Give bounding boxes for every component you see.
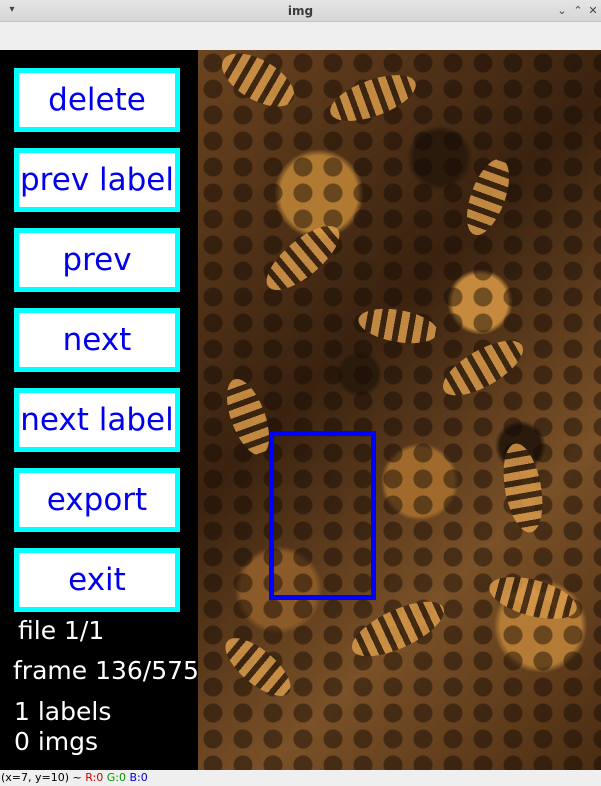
- maximize-icon[interactable]: ⌃: [571, 4, 585, 18]
- exit-button-label: exit: [68, 562, 126, 598]
- prev-button-label: prev: [62, 242, 132, 278]
- file-counter: file 1/1: [18, 616, 105, 645]
- minimize-icon[interactable]: ⌄: [555, 4, 569, 18]
- frame-counter: frame 136/575: [13, 656, 199, 685]
- prev-button[interactable]: prev: [14, 228, 180, 292]
- red-value: R:0: [85, 771, 104, 784]
- bounding-box-label[interactable]: [269, 431, 376, 600]
- toolbar: [0, 22, 601, 50]
- exit-button[interactable]: exit: [14, 548, 180, 612]
- delete-button-label: delete: [48, 82, 146, 118]
- close-icon[interactable]: ✕: [587, 4, 599, 18]
- status-bar: (x=7, y=10) ~ R:0 G:0 B:0: [0, 770, 601, 786]
- blue-value: B:0: [129, 771, 148, 784]
- next-button-label: next: [62, 322, 132, 358]
- labels-counter: 1 labels: [14, 697, 112, 726]
- green-value: G:0: [106, 771, 126, 784]
- delete-button[interactable]: delete: [14, 68, 180, 132]
- cursor-coords: (x=7, y=10) ~: [1, 771, 86, 784]
- imgs-counter: 0 imgs: [14, 727, 99, 756]
- prev-label-button[interactable]: prev label: [14, 148, 180, 212]
- next-button[interactable]: next: [14, 308, 180, 372]
- bee-frame-image[interactable]: [198, 50, 601, 770]
- title-bar: ▾ img ⌄ ⌃ ✕: [0, 0, 601, 22]
- image-canvas[interactable]: delete prev label prev next next label e…: [0, 50, 601, 770]
- prev-label-button-label: prev label: [20, 162, 174, 198]
- export-button-label: export: [46, 482, 148, 518]
- window-title: img: [287, 4, 314, 18]
- next-label-button-label: next label: [20, 402, 174, 438]
- export-button[interactable]: export: [14, 468, 180, 532]
- next-label-button[interactable]: next label: [14, 388, 180, 452]
